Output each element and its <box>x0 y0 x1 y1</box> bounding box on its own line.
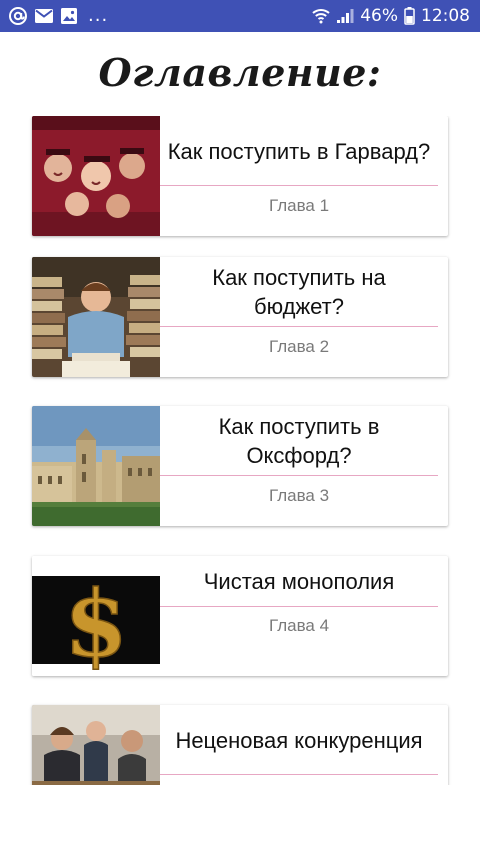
at-sign-icon <box>8 6 28 26</box>
chapter-card-body: Неценовая конкуренция <box>160 705 448 785</box>
gold-dollar-sign-photo: $ <box>32 556 160 676</box>
battery-percent: 46% <box>360 6 398 26</box>
chapter-list[interactable]: Как поступить в Гарвард? Глава 1 Как пос… <box>0 116 480 785</box>
business-meeting-photo <box>32 705 160 785</box>
chapter-card-body: Как поступить в Оксфорд? Глава 3 <box>160 406 448 526</box>
chapter-number: Глава 3 <box>268 486 330 505</box>
chapter-number: Глава 1 <box>268 196 330 215</box>
chapter-title: Как поступить на бюджет? <box>212 265 386 319</box>
page-title: Оглавление: <box>98 49 382 95</box>
battery-icon <box>404 7 415 25</box>
chapter-card-2[interactable]: Как поступить на бюджет? Глава 2 <box>32 257 448 377</box>
status-bar-right: 46% 12:08 <box>312 6 470 26</box>
chapter-card-5[interactable]: Неценовая конкуренция <box>32 705 448 785</box>
chapter-card-1[interactable]: Как поступить в Гарвард? Глава 1 <box>32 116 448 236</box>
chapter-number: Глава 4 <box>268 616 330 635</box>
chapter-title: Как поступить в Оксфорд? <box>218 414 380 468</box>
image-icon <box>60 7 78 25</box>
mail-icon <box>34 8 54 24</box>
chapter-card-4[interactable]: $ Чистая монополия Глава 4 <box>32 556 448 676</box>
chapter-card-body: Как поступить в Гарвард? Глава 1 <box>160 116 448 236</box>
clock: 12:08 <box>421 6 470 26</box>
oxford-college-photo <box>32 406 160 526</box>
chapter-card-3[interactable]: Как поступить в Оксфорд? Глава 3 <box>32 406 448 526</box>
svg-text:$: $ <box>64 570 128 676</box>
status-bar-left: ... <box>8 6 108 26</box>
chapter-title: Чистая монополия <box>203 568 395 594</box>
chapter-number <box>160 775 438 785</box>
chapter-card-body: Как поступить на бюджет? Глава 2 <box>160 257 448 377</box>
more-notifications: ... <box>88 5 109 26</box>
student-with-books-photo <box>32 257 160 377</box>
chapter-number: Глава 2 <box>268 337 330 356</box>
signal-icon <box>336 8 354 24</box>
wifi-icon <box>312 8 330 24</box>
chapter-title: Как поступить в Гарвард? <box>167 138 431 164</box>
chapter-title: Неценовая конкуренция <box>175 727 423 753</box>
chapter-card-body: Чистая монополия Глава 4 <box>160 556 448 676</box>
graduates-photo <box>32 116 160 236</box>
status-bar: ... 46% 12:08 <box>0 0 480 32</box>
